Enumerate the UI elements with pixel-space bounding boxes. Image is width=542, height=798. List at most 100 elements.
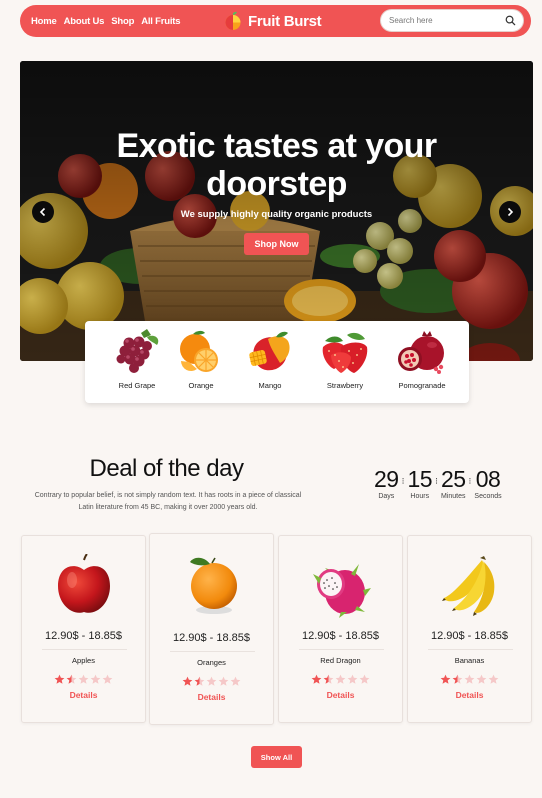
search-icon[interactable] [504, 14, 517, 27]
nav-link-about-us[interactable]: About Us [64, 16, 105, 27]
star-icon [452, 674, 463, 684]
countdown-value: 15 [407, 466, 433, 492]
star-icon [464, 674, 475, 684]
brand-name: Fruit Burst [248, 12, 322, 30]
category-label: Orange [188, 381, 214, 390]
category-strawberry[interactable]: Strawberry [310, 329, 380, 399]
product-card-apples[interactable]: 12.90$ - 18.85$ Apples Details [21, 535, 146, 723]
star-icon [440, 674, 451, 684]
countdown-value: 29 [374, 466, 399, 492]
top-navbar: Home About Us Shop All Fruits Fruit Burs… [20, 5, 531, 37]
search-input[interactable] [389, 10, 499, 31]
product-card-bananas[interactable]: 12.90$ - 18.85$ Bananas Details [407, 535, 532, 723]
banana-icon [442, 556, 495, 616]
nav-link-shop[interactable]: Shop [111, 16, 134, 27]
product-card-oranges[interactable]: 12.90$ - 18.85$ Oranges Details [149, 533, 274, 725]
star-rating [279, 674, 402, 685]
dragon-fruit-icon [313, 564, 371, 618]
chevron-right-icon [507, 207, 514, 217]
category-mango[interactable]: Mango [235, 329, 305, 399]
product-price: 12.90$ - 18.85$ [44, 630, 123, 642]
star-icon [335, 674, 346, 684]
pomegranate-icon [398, 331, 444, 374]
countdown-label: Hours [410, 493, 430, 500]
star-rating [408, 674, 531, 685]
grape-icon [116, 329, 159, 373]
star-icon [311, 674, 322, 684]
star-icon [230, 676, 241, 686]
star-icon [218, 676, 229, 686]
carousel-prev-button[interactable] [32, 201, 54, 223]
countdown-value: 08 [475, 466, 501, 492]
product-name: Bananas [454, 656, 485, 665]
star-rating [22, 674, 145, 685]
nav-links: Home About Us Shop All Fruits [31, 5, 181, 37]
category-pomegranate[interactable]: Pomogranade [387, 329, 457, 399]
product-price: 12.90$ - 18.85$ [430, 630, 509, 642]
countdown-separator: ⁝ [435, 476, 438, 486]
product-name: Apples [72, 656, 95, 665]
show-all-button[interactable]: Show All [251, 746, 302, 768]
star-icon [359, 674, 370, 684]
star-icon [66, 674, 77, 684]
star-icon [194, 676, 205, 686]
nav-link-all-fruits[interactable]: All Fruits [141, 16, 180, 27]
product-price: 12.90$ - 18.85$ [301, 630, 380, 642]
orange-icon [190, 557, 237, 614]
countdown-hours: 15 Hours [407, 466, 432, 500]
star-icon [206, 676, 217, 686]
product-name: Red Dragon [320, 656, 361, 665]
category-orange[interactable]: Orange [166, 329, 236, 399]
card-divider [299, 649, 384, 650]
hero-subtitle: We supply highly quality organic product… [180, 209, 373, 220]
brand[interactable]: Fruit Burst [223, 9, 322, 33]
star-icon [102, 674, 113, 684]
product-name: Oranges [197, 658, 226, 667]
fruit-logo-icon [225, 11, 241, 30]
details-link[interactable]: Details [150, 692, 273, 702]
hero-banner: Exotic tastes at your doorstep We supply… [20, 61, 533, 361]
category-label: Strawberry [326, 381, 364, 390]
countdown-minutes: 25 Minutes [441, 466, 466, 500]
details-link[interactable]: Details [279, 690, 402, 700]
countdown-label: Days [378, 493, 395, 500]
countdown-separator: ⁝ [468, 476, 472, 486]
countdown-seconds: 08 Seconds [474, 466, 501, 500]
star-icon [54, 674, 65, 684]
card-divider [42, 649, 127, 650]
star-icon [488, 674, 499, 684]
star-icon [476, 674, 487, 684]
countdown-value: 25 [440, 466, 466, 492]
strawberry-icon [322, 332, 368, 373]
product-price: 12.90$ - 18.85$ [172, 632, 251, 644]
category-label: Mango [258, 381, 282, 390]
deal-description: Contrary to popular belief, is not simpl… [34, 492, 302, 511]
category-red-grape[interactable]: Red Grape [102, 329, 172, 399]
category-label: Pomogranade [398, 381, 446, 390]
orange-icon [180, 330, 218, 372]
details-link[interactable]: Details [22, 690, 145, 700]
star-icon [182, 676, 193, 686]
countdown-separator: ⁝ [401, 476, 405, 486]
star-rating [150, 676, 273, 687]
product-card-red-dragon[interactable]: 12.90$ - 18.85$ Red Dragon Details [278, 535, 403, 723]
hero-title-line-2: doorstep [206, 165, 347, 203]
card-divider [170, 651, 255, 652]
hero-title-line-1: Exotic tastes at your [116, 127, 438, 165]
star-icon [90, 674, 101, 684]
countdown-days: 29 Days [374, 466, 399, 500]
shop-now-button[interactable]: Shop Now [244, 233, 309, 255]
countdown-label: Seconds [474, 493, 502, 500]
card-divider [428, 649, 513, 650]
star-icon [323, 674, 334, 684]
carousel-next-button[interactable] [499, 201, 521, 223]
search-box [380, 9, 524, 32]
apple-icon [58, 554, 110, 613]
mango-icon [249, 331, 290, 371]
nav-link-home[interactable]: Home [31, 16, 57, 27]
fruit-category-strip: Red Grape Orange Mango Strawberry Pomogr… [85, 321, 469, 403]
deal-title: Deal of the day [89, 455, 244, 482]
deal-countdown: 29 Days ⁝ 15 Hours ⁝ 25 Minutes ⁝ 08 Sec… [374, 466, 502, 500]
star-icon [78, 674, 89, 684]
details-link[interactable]: Details [408, 690, 531, 700]
